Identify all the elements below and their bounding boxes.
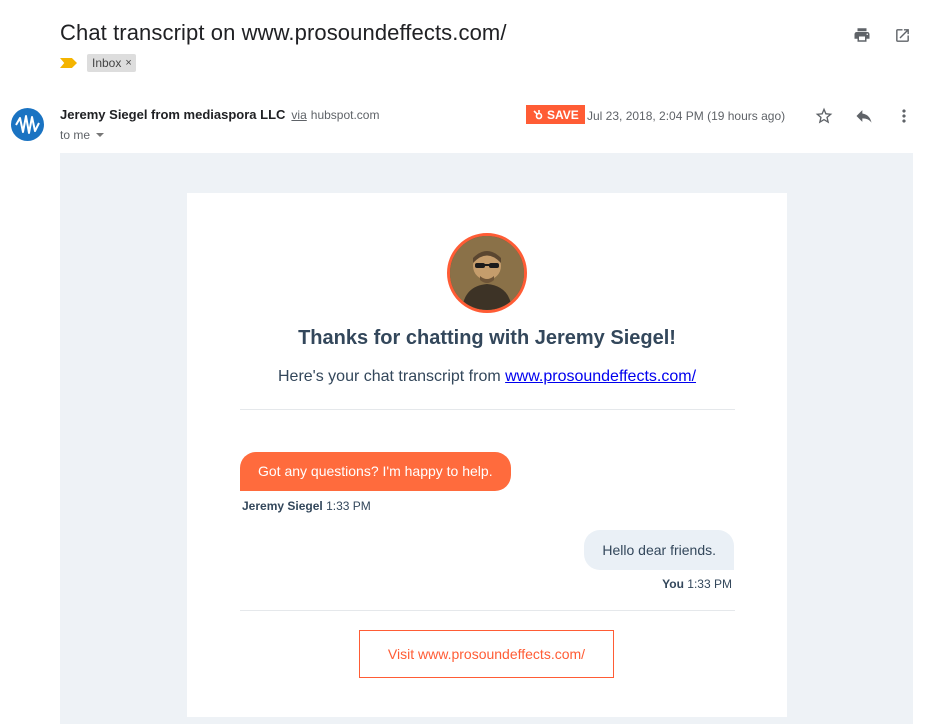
via-domain: hubspot.com (310, 108, 380, 122)
divider (240, 610, 735, 611)
via-link[interactable]: via (291, 108, 306, 122)
sender-name[interactable]: Jeremy Siegel from mediaspora LLC (60, 107, 285, 122)
email-date: Jul 23, 2018, 2:04 PM (19 hours ago) (587, 109, 786, 123)
importance-marker-icon[interactable] (60, 58, 77, 68)
email-subject: Chat transcript on www.prosoundeffects.c… (60, 20, 507, 45)
visit-website-button[interactable]: Visit www.prosoundeffects.com/ (359, 630, 614, 678)
website-link[interactable]: www.prosoundeffects.com/ (505, 368, 696, 385)
divider (240, 409, 735, 410)
message-author: Jeremy Siegel (242, 499, 323, 513)
star-icon[interactable] (813, 105, 835, 127)
message-author: You (662, 577, 684, 591)
print-icon[interactable] (851, 24, 873, 46)
save-label: SAVE (547, 107, 579, 122)
recipient-line[interactable]: to me (60, 128, 105, 142)
top-toolbar (851, 24, 913, 46)
sender-avatar[interactable] (11, 108, 44, 141)
sender-line: Jeremy Siegel from mediaspora LLC via hu… (60, 107, 379, 122)
card-subtitle: Here's your chat transcript from www.pro… (187, 368, 787, 386)
agent-photo (447, 233, 527, 313)
more-vert-icon[interactable] (893, 105, 915, 127)
reply-icon[interactable] (853, 105, 875, 127)
hubspot-sprocket-icon (533, 109, 543, 119)
transcript-card: Thanks for chatting with Jeremy Siegel! … (187, 193, 787, 717)
recipient-text: to me (60, 128, 91, 142)
message-time: 1:33 PM (687, 577, 732, 591)
inbox-label-text: Inbox (92, 56, 122, 70)
agent-message-meta: Jeremy Siegel 1:33 PM (242, 499, 371, 513)
chevron-down-icon[interactable] (96, 133, 105, 137)
remove-label-icon[interactable]: × (125, 57, 131, 69)
user-message-bubble: Hello dear friends. (584, 530, 734, 570)
agent-message-bubble: Got any questions? I'm happy to help. (240, 452, 511, 491)
open-in-new-window-icon[interactable] (891, 24, 913, 46)
inbox-label-chip[interactable]: Inbox × (87, 54, 136, 72)
hubspot-save-button[interactable]: SAVE (526, 105, 585, 124)
user-message-meta: You 1:33 PM (662, 577, 732, 591)
subtitle-text: Here's your chat transcript from (277, 368, 506, 385)
label-row: Inbox × (60, 54, 136, 72)
message-time: 1:33 PM (326, 499, 371, 513)
card-title: Thanks for chatting with Jeremy Siegel! (298, 327, 676, 349)
message-actions (813, 105, 915, 127)
